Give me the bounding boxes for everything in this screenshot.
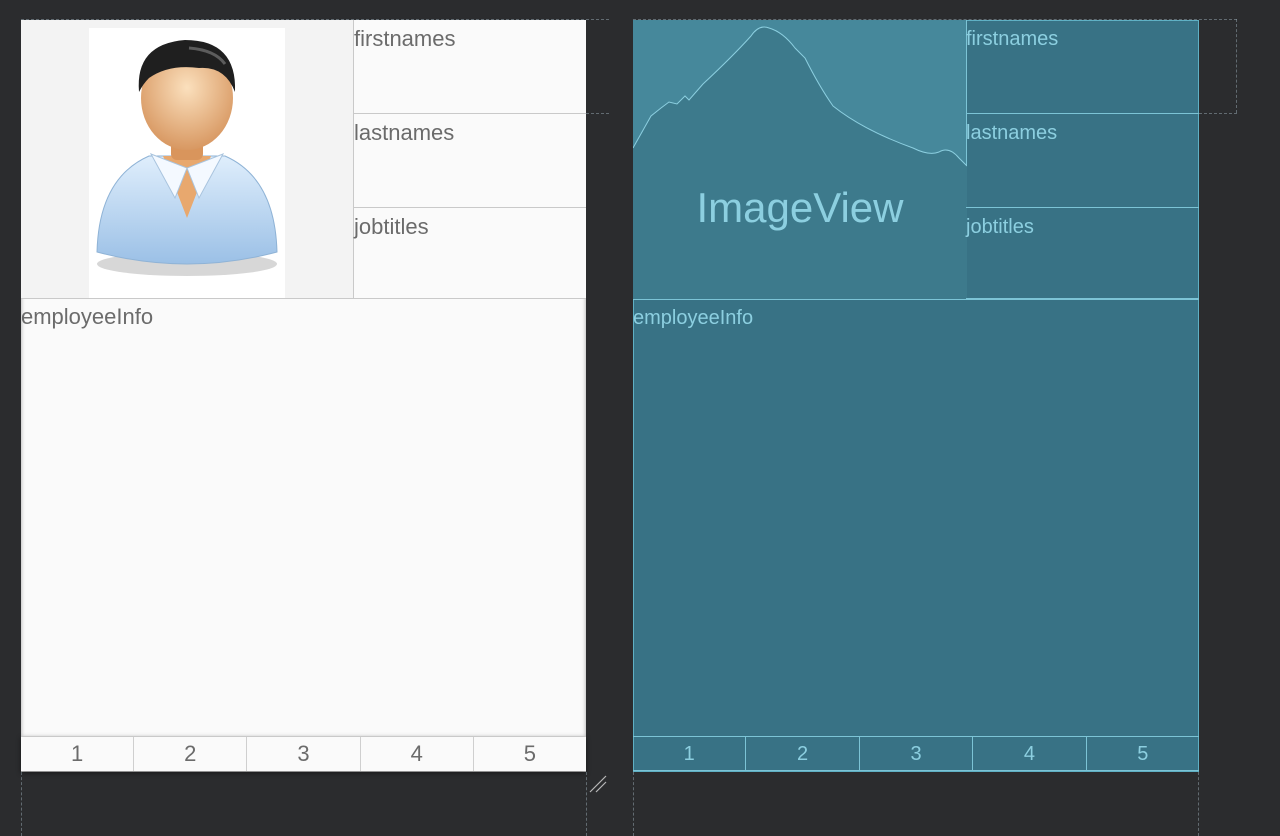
guide-line (1236, 19, 1237, 113)
mountain-placeholder-icon (633, 26, 967, 300)
person-avatar-icon (96, 40, 278, 276)
guide-line (21, 772, 22, 836)
blueprint-divider (633, 299, 1199, 300)
guide-line (1198, 772, 1199, 836)
firstname-label: firstnames (354, 26, 456, 51)
guide-line (1199, 113, 1237, 114)
guide-line (586, 113, 609, 114)
resize-handle-icon[interactable] (586, 772, 608, 794)
blueprint-tab-2[interactable]: 2 (746, 737, 860, 770)
jobtitle-label: jobtitles (354, 214, 429, 239)
jobtitle-field[interactable]: jobtitles (354, 208, 586, 299)
blueprint-lastname-label: lastnames (966, 122, 1058, 144)
blueprint-tab-5[interactable]: 5 (1087, 737, 1199, 770)
lastname-label: lastnames (354, 120, 455, 145)
blueprint-employee-info-label[interactable]: employeeInfo (633, 307, 753, 330)
employee-photo (89, 28, 285, 298)
image-view-label: ImageView (696, 184, 904, 231)
tab-2[interactable]: 2 (134, 737, 248, 771)
blueprint-firstname-label: firstnames (966, 28, 1059, 50)
tab-3[interactable]: 3 (247, 737, 361, 771)
tab-bar[interactable]: 1 2 3 4 5 (21, 736, 586, 771)
blueprint-tab-4[interactable]: 4 (973, 737, 1087, 770)
firstname-field[interactable]: firstnames (354, 20, 586, 114)
blueprint-tab-3[interactable]: 3 (860, 737, 974, 770)
blueprint-jobtitle-field[interactable]: jobtitles (966, 208, 1199, 299)
blueprint-tab-bar[interactable]: 1 2 3 4 5 (633, 736, 1199, 771)
blueprint-tab-1[interactable]: 1 (633, 737, 747, 770)
blueprint-image-view[interactable] (633, 20, 967, 300)
lastname-field[interactable]: lastnames (354, 114, 586, 208)
blueprint-jobtitle-label: jobtitles (966, 216, 1034, 238)
tab-1[interactable]: 1 (21, 737, 135, 771)
tab-4[interactable]: 4 (361, 737, 474, 771)
blueprint-firstname-field[interactable]: firstnames (966, 20, 1199, 114)
tab-5[interactable]: 5 (474, 737, 586, 771)
blueprint-lastname-field[interactable]: lastnames (966, 114, 1199, 208)
employee-info-label[interactable]: employeeInfo (21, 304, 153, 330)
guide-line (633, 772, 634, 836)
